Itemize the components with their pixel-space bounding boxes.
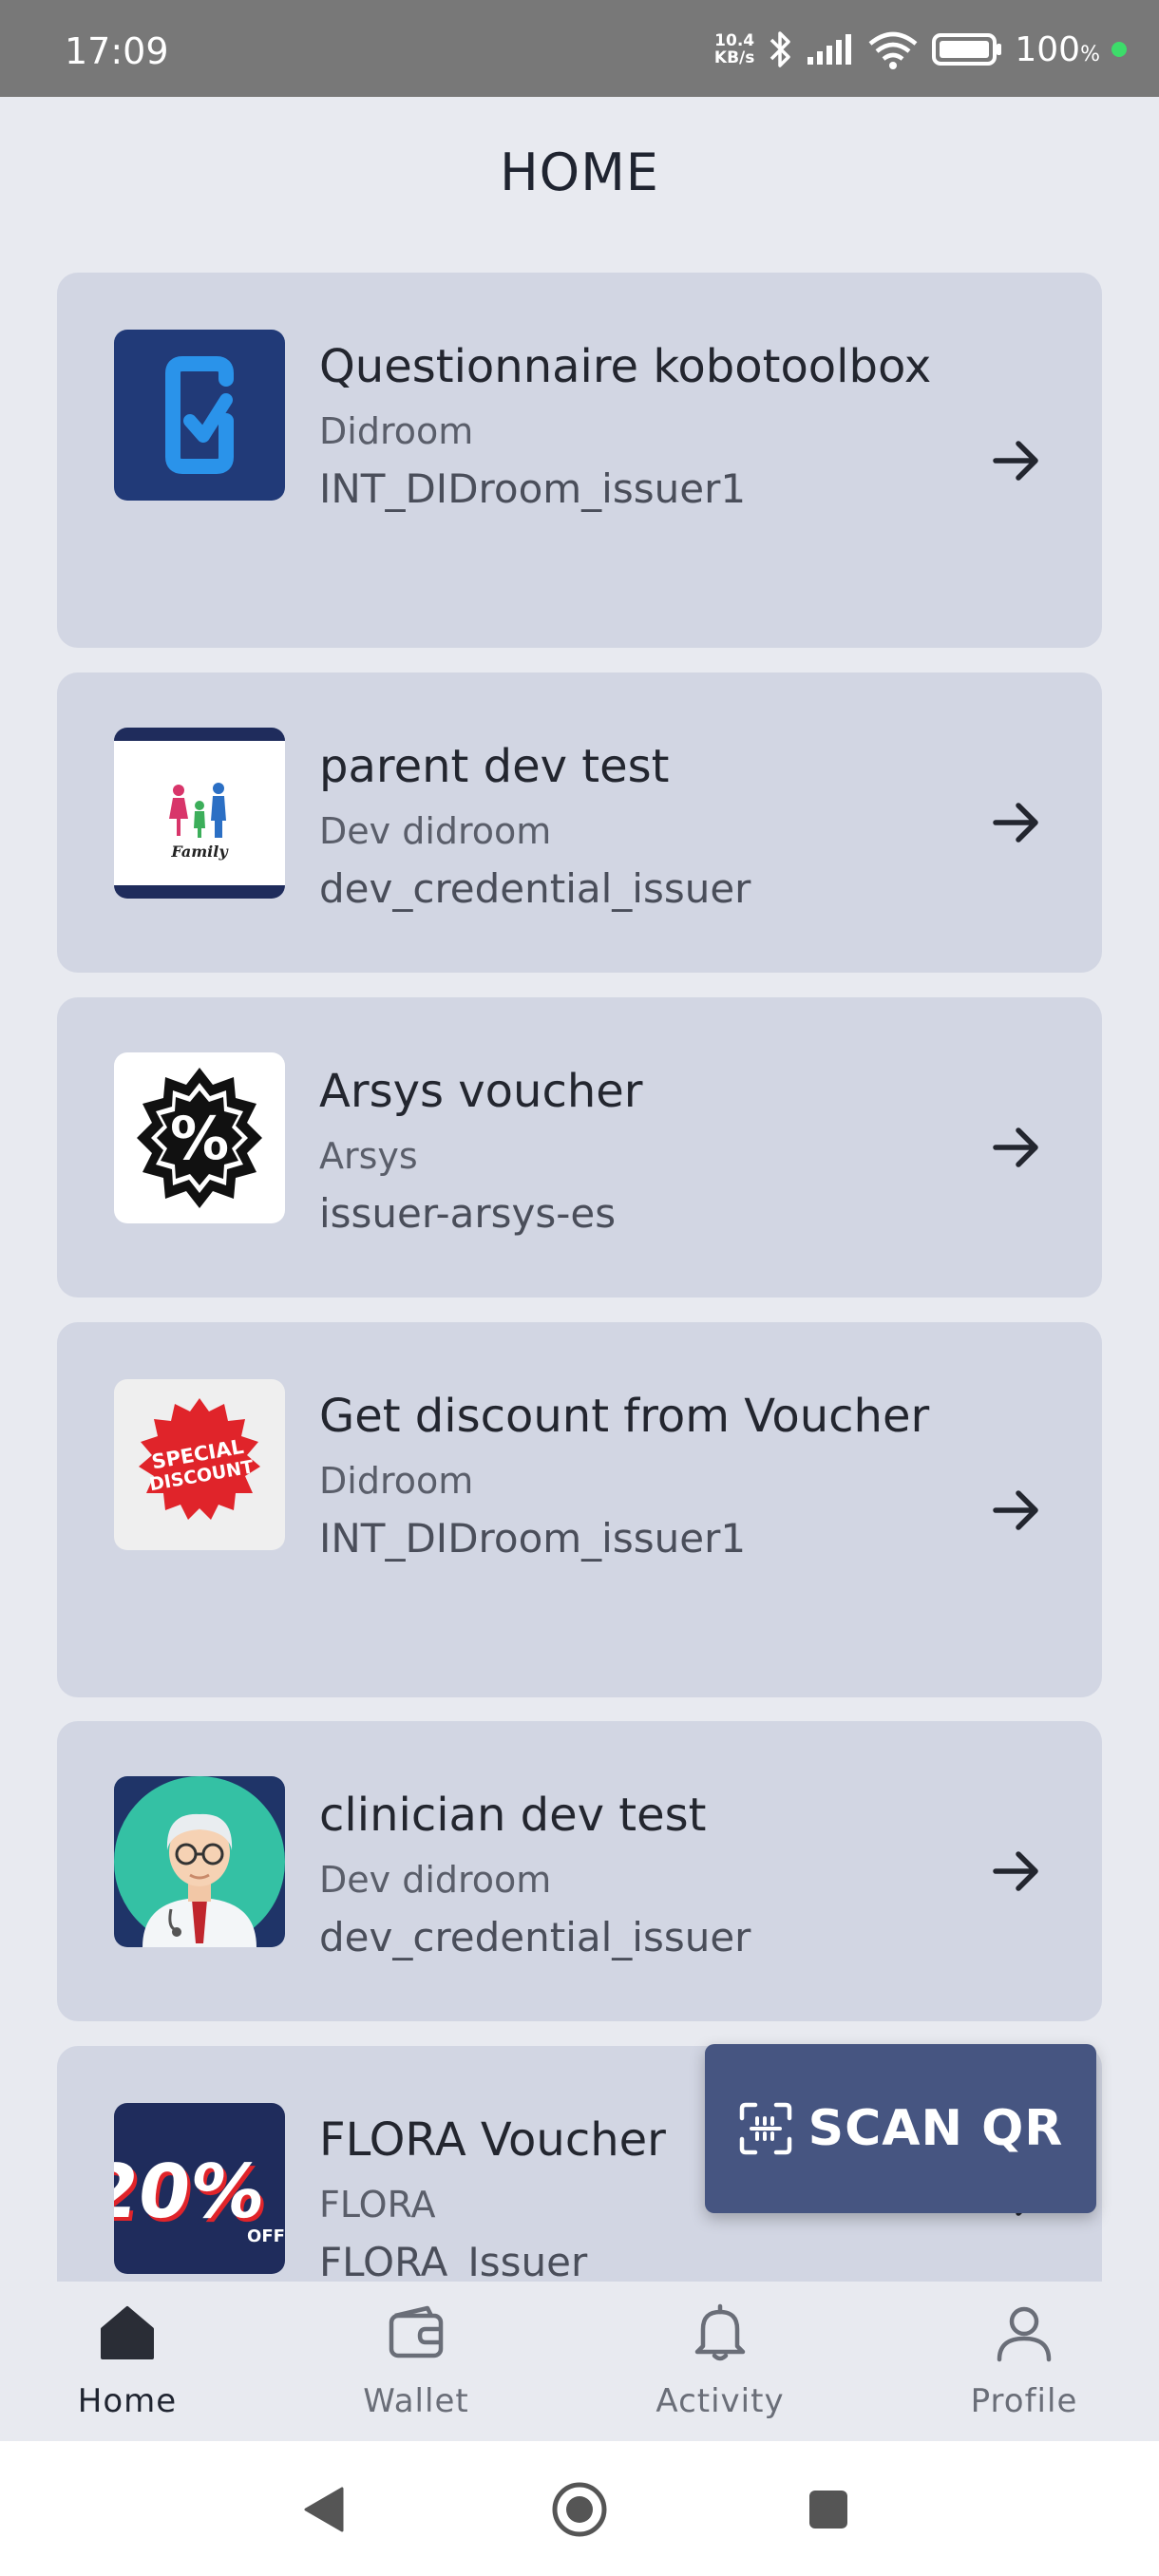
twenty-percent-off-icon: 20% 20% OFF xyxy=(114,2103,285,2274)
svg-text:OFF: OFF xyxy=(247,2226,285,2246)
wallet-icon xyxy=(389,2305,444,2358)
bottom-nav: Home Wallet Activity Profile xyxy=(0,2282,1159,2441)
bell-icon xyxy=(694,2303,746,2361)
nav-label: Home xyxy=(77,2382,178,2420)
back-icon[interactable] xyxy=(302,2485,348,2534)
card-issuer-id: FLORA_Issuer xyxy=(319,2239,588,2282)
nav-item-home[interactable]: Home xyxy=(23,2282,232,2441)
qr-scan-icon xyxy=(739,2102,791,2155)
scan-qr-label: SCAN QR xyxy=(808,2100,1064,2157)
nav-item-activity[interactable]: Activity xyxy=(616,2282,825,2441)
home-icon xyxy=(101,2306,154,2359)
nav-item-profile[interactable]: Profile xyxy=(920,2282,1129,2441)
nav-label: Profile xyxy=(970,2382,1078,2420)
recents-icon[interactable] xyxy=(808,2489,849,2530)
nav-label: Activity xyxy=(656,2382,785,2420)
nav-label: Wallet xyxy=(363,2382,469,2420)
svg-text:20%: 20% xyxy=(114,2149,271,2235)
system-navigation-bar xyxy=(0,2441,1159,2576)
user-icon xyxy=(997,2306,1052,2362)
card-list-viewport[interactable]: 20% 20% OFF FLORA Voucher FLORA FLORA_Is… xyxy=(0,0,1159,2282)
home-circle-icon[interactable] xyxy=(551,2481,608,2538)
nav-item-wallet[interactable]: Wallet xyxy=(312,2282,521,2441)
scan-qr-button[interactable]: SCAN QR xyxy=(705,2044,1096,2213)
